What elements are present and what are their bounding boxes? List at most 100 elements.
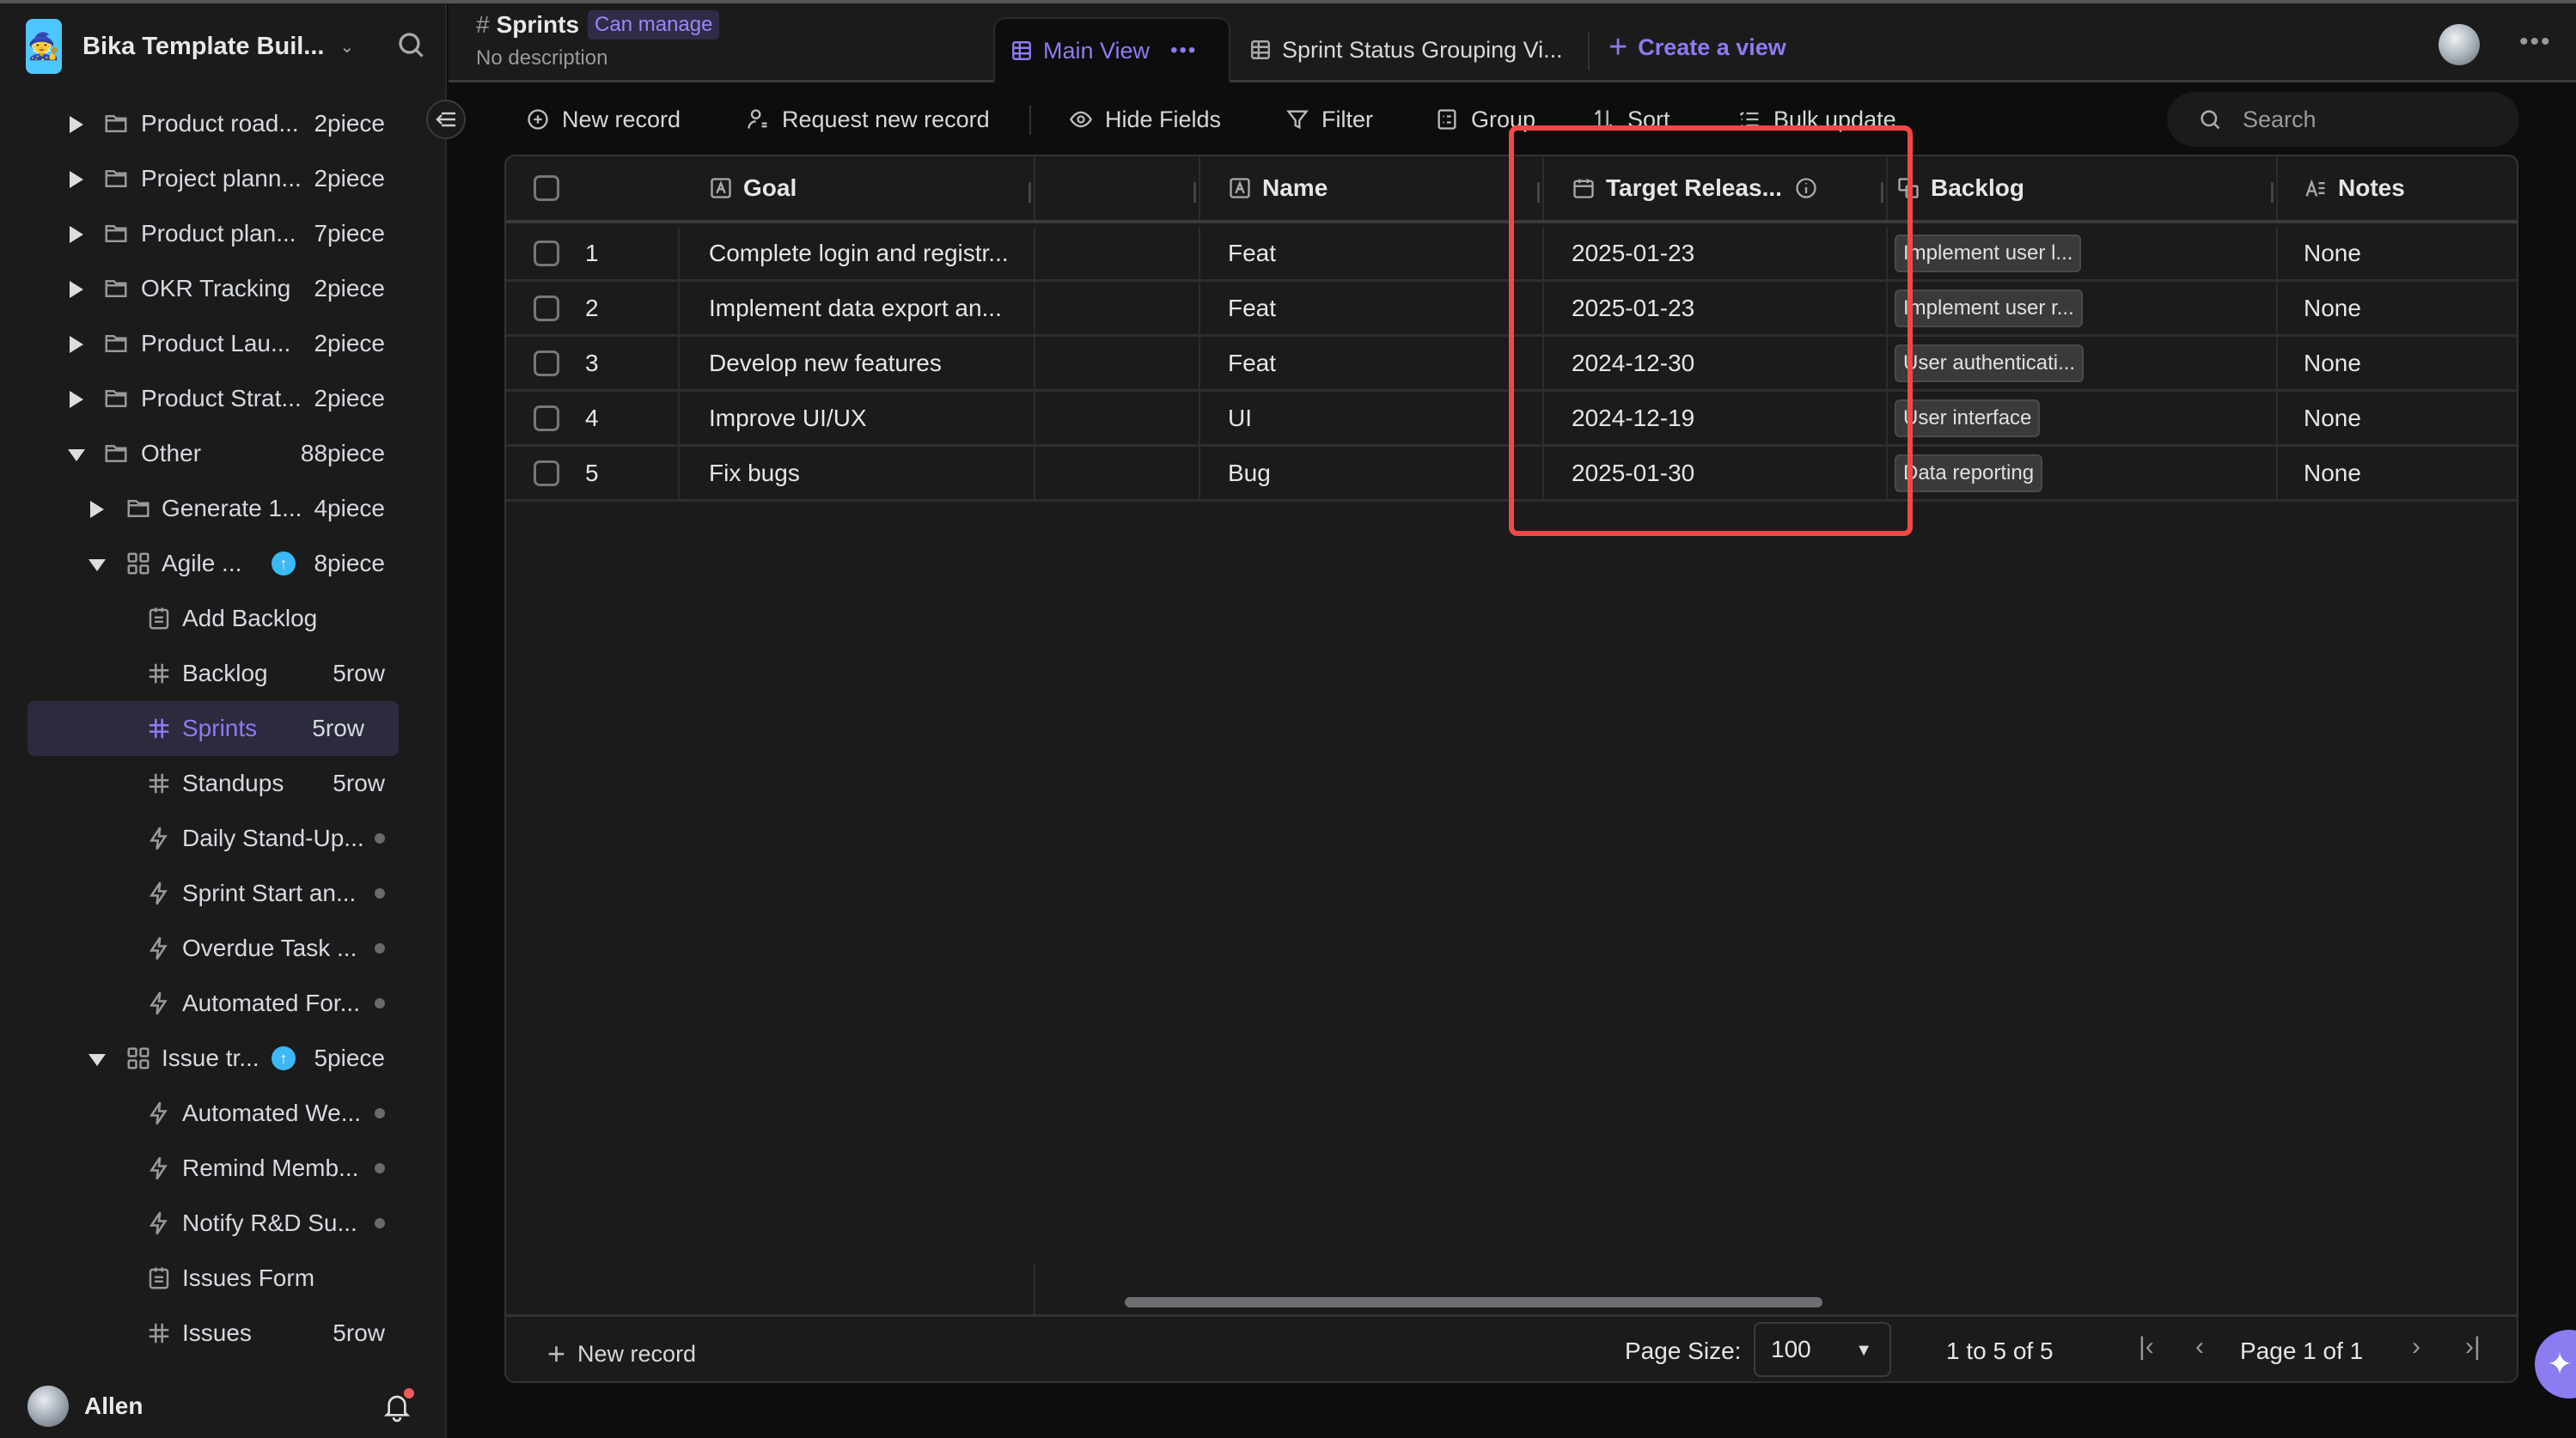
info-icon[interactable] <box>1794 176 1818 200</box>
sidebar-item[interactable]: Agile ... ↑ 8piece <box>0 536 447 591</box>
bulk-update-button[interactable]: Bulk update <box>1737 102 1896 137</box>
search-input[interactable]: Search <box>2167 92 2519 147</box>
sidebar-item[interactable]: Overdue Task ... <box>0 921 447 976</box>
cell-goal[interactable]: Implement data export an... <box>709 282 1002 334</box>
linked-record-chip[interactable]: Implement user r... <box>1895 289 2083 327</box>
workspace-switcher[interactable]: 🧙 Bika Template Buil... ⌄ <box>26 17 354 76</box>
request-new-record-button[interactable]: Request new record <box>746 102 990 137</box>
linked-record-chip[interactable]: User authenticati... <box>1895 344 2085 382</box>
sidebar-item[interactable]: Backlog 5row <box>0 646 447 701</box>
more-icon[interactable]: ••• <box>1170 39 1197 63</box>
ai-assistant-button[interactable]: ✦ <box>2535 1330 2576 1398</box>
group-button[interactable]: Group <box>1435 102 1535 137</box>
sidebar-item[interactable]: Standups 5row <box>0 756 447 811</box>
page-description[interactable]: No description <box>476 46 607 70</box>
footer-new-record-button[interactable]: + New record <box>547 1336 696 1372</box>
sidebar-item[interactable]: Generate 1... 4piece <box>0 481 447 536</box>
caret-down-icon[interactable] <box>88 553 107 574</box>
cell-notes[interactable]: None <box>2304 227 2361 279</box>
cell-goal[interactable]: Develop new features <box>709 337 942 389</box>
sidebar-item[interactable]: Add Backlog <box>0 591 447 646</box>
table-row[interactable]: 4 Improve UI/UX UI 2024-12-19 User interface… <box>506 392 2517 447</box>
last-page-icon[interactable]: ›| <box>2465 1332 2481 1362</box>
column-resize-handle[interactable] <box>2271 182 2274 203</box>
sidebar-item[interactable]: Automated For... <box>0 976 447 1031</box>
next-page-icon[interactable]: › <box>2412 1332 2420 1362</box>
column-resize-handle[interactable] <box>1881 182 1883 203</box>
sidebar-item[interactable]: Issues Form <box>0 1251 447 1306</box>
collapse-sidebar-button[interactable] <box>426 100 466 139</box>
cell-notes[interactable]: None <box>2304 282 2361 334</box>
sidebar-item[interactable]: Issue tr... ↑ 5piece <box>0 1031 447 1086</box>
table-row[interactable]: 1 Complete login and registr... Feat 2025-0… <box>506 227 2517 282</box>
row-checkbox[interactable] <box>534 282 559 334</box>
sidebar-item[interactable]: Sprints 5row <box>27 701 399 756</box>
sidebar-item[interactable]: Product Lau... 2piece <box>0 316 447 371</box>
cell-target-release[interactable]: 2024-12-19 <box>1572 392 1694 444</box>
cell-backlog[interactable]: Data reporting <box>1895 447 2043 499</box>
linked-record-chip[interactable]: User interface <box>1895 399 2041 437</box>
horizontal-scrollbar[interactable] <box>1125 1297 1822 1307</box>
page-size-select[interactable]: 100 ▼ <box>1754 1322 1891 1377</box>
new-record-button[interactable]: New record <box>526 102 681 137</box>
column-resize-handle[interactable] <box>1029 182 1031 203</box>
sidebar-item[interactable]: Product road... 2piece <box>0 96 447 151</box>
cell-backlog[interactable]: User interface <box>1895 392 2041 444</box>
caret-right-icon[interactable] <box>67 278 86 299</box>
linked-record-chip[interactable]: Data reporting <box>1895 454 2043 492</box>
cell-target-release[interactable]: 2025-01-23 <box>1572 282 1694 334</box>
cell-name[interactable]: Feat <box>1228 227 1276 279</box>
caret-right-icon[interactable] <box>67 113 86 134</box>
cell-target-release[interactable]: 2025-01-30 <box>1572 447 1694 499</box>
row-checkbox[interactable] <box>534 392 559 444</box>
create-view-button[interactable]: + Create a view <box>1608 29 1786 66</box>
cell-notes[interactable]: None <box>2304 337 2361 389</box>
caret-right-icon[interactable] <box>67 333 86 354</box>
sidebar-item[interactable]: Issues 5row <box>0 1306 447 1361</box>
cell-backlog[interactable]: User authenticati... <box>1895 337 2085 389</box>
cell-backlog[interactable]: Implement user l... <box>1895 227 2082 279</box>
cell-target-release[interactable]: 2024-12-30 <box>1572 337 1694 389</box>
linked-record-chip[interactable]: Implement user l... <box>1895 234 2082 272</box>
cell-target-release[interactable]: 2025-01-23 <box>1572 227 1694 279</box>
search-icon[interactable] <box>395 29 426 60</box>
sidebar-item[interactable]: Other 88piece <box>0 426 447 481</box>
sidebar-item[interactable]: Project plann... 2piece <box>0 151 447 206</box>
hide-fields-button[interactable]: Hide Fields <box>1069 102 1221 137</box>
column-header-name[interactable]: Name <box>1228 156 1328 220</box>
sidebar-item[interactable]: OKR Tracking 2piece <box>0 261 447 316</box>
select-all-checkbox[interactable] <box>534 156 559 220</box>
caret-right-icon[interactable] <box>67 388 86 409</box>
sidebar-item[interactable]: Sprint Start an... <box>0 866 447 921</box>
filter-button[interactable]: Filter <box>1285 102 1373 137</box>
prev-page-icon[interactable]: ‹ <box>2195 1332 2204 1362</box>
row-checkbox[interactable] <box>534 337 559 389</box>
column-resize-handle[interactable] <box>1537 182 1540 203</box>
caret-right-icon[interactable] <box>67 168 86 189</box>
caret-down-icon[interactable] <box>88 1048 107 1069</box>
sidebar-item[interactable]: Product Strat... 2piece <box>0 371 447 426</box>
cell-notes[interactable]: None <box>2304 392 2361 444</box>
tab-main-view[interactable]: Main View ••• <box>993 17 1230 82</box>
table-row[interactable]: 2 Implement data export an... Feat 2025-01-… <box>506 282 2517 337</box>
column-header-goal[interactable]: Goal <box>709 156 797 220</box>
cell-name[interactable]: Feat <box>1228 337 1276 389</box>
column-resize-handle[interactable] <box>1193 182 1196 203</box>
column-header-backlog[interactable]: Backlog <box>1896 156 2024 220</box>
sidebar-item[interactable]: Product plan... 7piece <box>0 206 447 261</box>
tab-sprint-status-grouping[interactable]: Sprint Status Grouping Vi... <box>1239 17 1563 82</box>
caret-right-icon[interactable] <box>67 223 86 244</box>
sidebar-item[interactable]: Automated We... <box>0 1086 447 1141</box>
cell-goal[interactable]: Fix bugs <box>709 447 800 499</box>
avatar[interactable] <box>2439 24 2480 65</box>
sidebar-item[interactable]: Notify R&D Su... <box>0 1196 447 1251</box>
cell-goal[interactable]: Complete login and registr... <box>709 227 1009 279</box>
column-header-notes[interactable]: Notes <box>2304 156 2405 220</box>
sidebar-item[interactable]: Daily Stand-Up... <box>0 811 447 866</box>
cell-goal[interactable]: Improve UI/UX <box>709 392 867 444</box>
caret-down-icon[interactable] <box>67 443 86 464</box>
sidebar-item[interactable]: Remind Memb... <box>0 1141 447 1196</box>
cell-notes[interactable]: None <box>2304 447 2361 499</box>
row-checkbox[interactable] <box>534 447 559 499</box>
cell-name[interactable]: Feat <box>1228 282 1276 334</box>
